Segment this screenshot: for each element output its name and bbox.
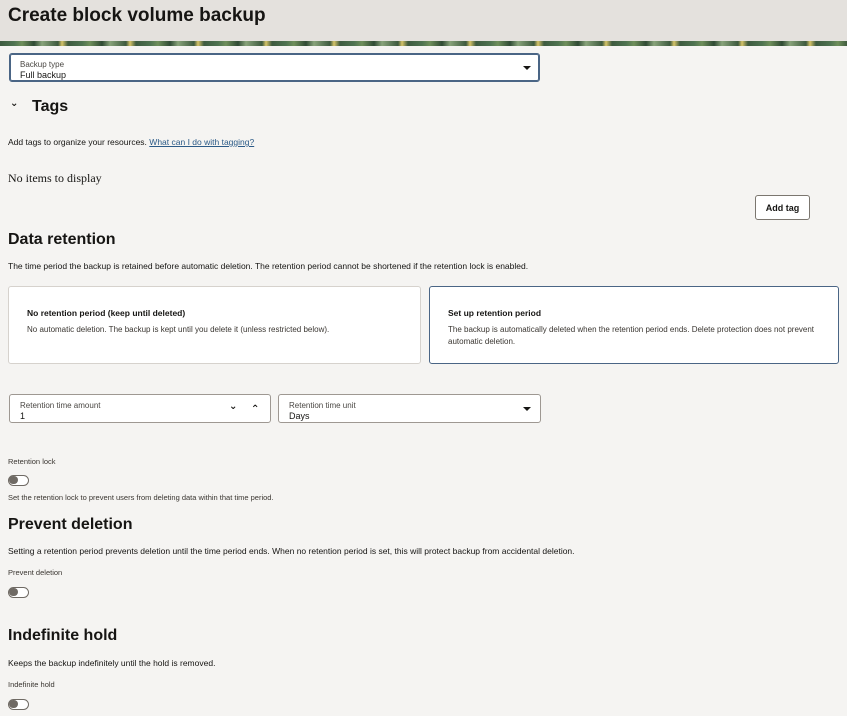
retention-amount-value: 1 [20, 411, 26, 421]
retention-lock-toggle[interactable] [8, 475, 29, 486]
indefinite-hold-toggle[interactable] [8, 699, 29, 710]
add-tag-button[interactable]: Add tag [755, 195, 810, 220]
indefinite-hold-heading: Indefinite hold [8, 627, 118, 644]
data-retention-description: The time period the backup is retained b… [8, 261, 529, 271]
retention-time-amount-stepper[interactable]: Retention time amount 1 ⌄ ⌃ [9, 394, 271, 423]
retention-unit-value: Days [289, 411, 310, 421]
backup-type-label: Backup type [20, 60, 65, 69]
toggle-knob [9, 588, 18, 596]
chevron-down-icon [523, 407, 531, 411]
tags-description-text: Add tags to organize your resources. [8, 137, 147, 147]
prevent-deletion-toggle[interactable] [8, 587, 29, 598]
retention-lock-help: Set the retention lock to prevent users … [8, 493, 274, 502]
toggle-knob [9, 700, 18, 708]
tags-heading[interactable]: Tags [32, 98, 68, 116]
retention-period-option-description: The backup is automatically deleted when… [448, 325, 815, 346]
tags-description: Add tags to organize your resources. Wha… [8, 137, 254, 147]
retention-lock-label: Retention lock [8, 457, 56, 466]
decorative-banner [0, 41, 847, 46]
page-header: Create block volume backup [0, 0, 847, 41]
indefinite-hold-description: Keeps the backup indefinitely until the … [8, 658, 216, 668]
collapse-chevron-icon[interactable]: ⌄ [10, 98, 18, 109]
no-retention-option-description: No automatic deletion. The backup is kep… [27, 325, 330, 334]
tagging-help-link[interactable]: What can I do with tagging? [149, 137, 254, 147]
retention-period-option-card[interactable]: Set up retention period The backup is au… [429, 286, 839, 364]
retention-amount-label: Retention time amount [20, 401, 101, 410]
retention-time-unit-select[interactable]: Retention time unit Days [278, 394, 541, 423]
no-retention-option-card[interactable]: No retention period (keep until deleted)… [8, 286, 421, 364]
retention-unit-label: Retention time unit [289, 401, 356, 410]
data-retention-heading: Data retention [8, 231, 116, 248]
retention-period-option-title: Set up retention period [448, 308, 542, 318]
page-title: Create block volume backup [8, 5, 266, 26]
prevent-deletion-description: Setting a retention period prevents dele… [8, 546, 575, 556]
increment-chevron-up-icon[interactable]: ⌃ [251, 404, 259, 415]
chevron-down-icon [523, 66, 531, 70]
toggle-knob [9, 476, 18, 484]
backup-type-value: Full backup [20, 70, 67, 80]
no-retention-option-title: No retention period (keep until deleted) [27, 308, 186, 318]
indefinite-hold-label: Indefinite hold [8, 680, 55, 689]
prevent-deletion-heading: Prevent deletion [8, 516, 133, 533]
prevent-deletion-label: Prevent deletion [8, 568, 63, 577]
decrement-chevron-down-icon[interactable]: ⌄ [229, 401, 237, 412]
tags-empty-text: No items to display [8, 171, 102, 185]
backup-type-select[interactable]: Backup type Full backup [9, 53, 540, 82]
